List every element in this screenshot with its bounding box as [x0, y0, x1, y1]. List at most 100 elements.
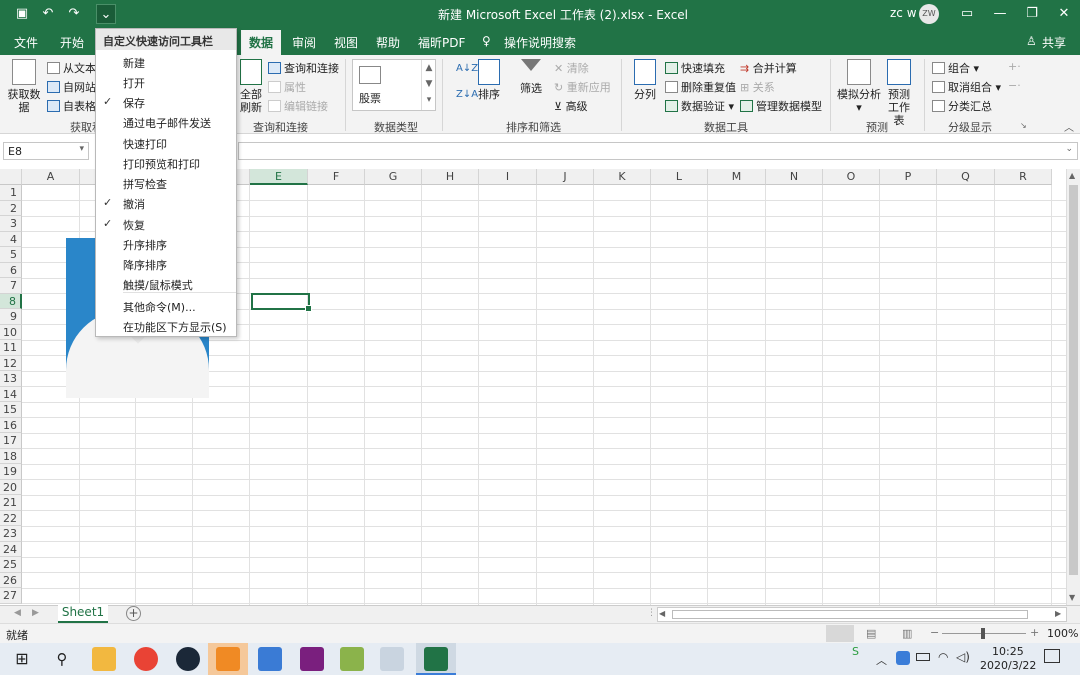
menu-item-11[interactable]: 触摸/鼠标模式	[123, 277, 193, 293]
taskbar-excel[interactable]	[416, 643, 456, 675]
user-name[interactable]: zc w	[890, 6, 917, 20]
scroll-left-icon[interactable]: ◀	[659, 609, 665, 618]
taskbar-active-app[interactable]	[208, 643, 248, 675]
what-if-analysis-button[interactable]: 模拟分析 ▾	[837, 59, 881, 114]
column-header-o[interactable]: O	[823, 169, 880, 185]
menu-item-5[interactable]: 打印预览和打印	[123, 156, 200, 172]
share-button[interactable]: 共享	[1042, 34, 1066, 51]
manage-data-model-button[interactable]: 管理数据模型	[740, 98, 822, 114]
row-header-25[interactable]: 25	[0, 557, 22, 573]
column-header-m[interactable]: M	[708, 169, 766, 185]
next-sheet-icon[interactable]: ▶	[32, 608, 39, 618]
refresh-all-button[interactable]: 全部刷新	[236, 59, 266, 114]
select-all-corner[interactable]	[0, 169, 22, 185]
row-header-24[interactable]: 24	[0, 541, 22, 557]
menu-item-8[interactable]: 恢复	[123, 217, 145, 233]
share-icon[interactable]: ♙	[1026, 34, 1037, 48]
sheet-tab-sheet1[interactable]: Sheet1	[58, 604, 108, 623]
tray-expand-icon[interactable]: ︿	[876, 652, 887, 668]
tab-review[interactable]: 审阅	[292, 34, 316, 51]
scroll-thumb[interactable]	[1069, 185, 1078, 575]
row-header-18[interactable]: 18	[0, 448, 22, 464]
remove-duplicates-button[interactable]: 删除重复值	[665, 79, 736, 95]
row-header-13[interactable]: 13	[0, 371, 22, 387]
group-button[interactable]: 组合 ▾	[932, 60, 979, 76]
row-header-12[interactable]: 12	[0, 355, 22, 371]
chevron-down-icon[interactable]: ▾	[79, 144, 84, 154]
column-header-a[interactable]: A	[22, 169, 80, 185]
row-header-11[interactable]: 11	[0, 340, 22, 356]
sort-za-icon[interactable]: Z↓A	[456, 89, 478, 100]
row-header-4[interactable]: 4	[0, 231, 22, 247]
drawing-app-icon[interactable]	[340, 647, 364, 671]
stocks-type[interactable]: 股票	[359, 90, 381, 106]
tell-me-search[interactable]: 操作说明搜索	[504, 34, 576, 51]
column-header-f[interactable]: F	[308, 169, 365, 185]
row-header-15[interactable]: 15	[0, 402, 22, 418]
collapse-ribbon-icon[interactable]: ︿	[1064, 119, 1074, 134]
menu-item-2[interactable]: 保存	[123, 95, 145, 111]
subtotal-button[interactable]: 分类汇总	[932, 98, 992, 114]
flash-fill-button[interactable]: 快速填充	[665, 60, 725, 76]
gallery-scroll-icon[interactable]: ▲ ▼ ▾	[421, 60, 436, 110]
column-header-q[interactable]: Q	[937, 169, 995, 185]
advanced-filter-button[interactable]: ⊻ 高级	[554, 98, 588, 114]
hide-detail-icon[interactable]: −‧	[1008, 79, 1021, 92]
search-icon[interactable]: ⚲	[50, 647, 74, 671]
menu-item-9[interactable]: 升序排序	[123, 237, 167, 253]
tab-home[interactable]: 开始	[60, 34, 84, 51]
maximize-icon[interactable]: ❐	[1017, 4, 1047, 24]
steam-icon[interactable]	[176, 647, 200, 671]
row-header-9[interactable]: 9	[0, 309, 22, 325]
undo-icon[interactable]: ↶	[38, 4, 58, 24]
windows-start-icon[interactable]: ⊞	[10, 647, 34, 671]
ribbon-display-icon[interactable]: ▭	[952, 4, 982, 24]
minimize-icon[interactable]: —	[985, 4, 1015, 24]
get-data-button[interactable]: 获取数据	[6, 59, 42, 114]
sort-button[interactable]: 排序	[476, 59, 502, 101]
column-header-r[interactable]: R	[995, 169, 1052, 185]
show-detail-icon[interactable]: +‧	[1008, 60, 1021, 73]
vertical-scrollbar[interactable]: ▲ ▼	[1066, 169, 1080, 605]
redo-icon[interactable]: ↷	[64, 4, 84, 24]
menu-item-1[interactable]: 打开	[123, 75, 145, 91]
row-header-19[interactable]: 19	[0, 464, 22, 480]
queries-connections-button[interactable]: 查询和连接	[268, 60, 339, 76]
file-explorer-icon[interactable]	[92, 647, 116, 671]
page-layout-view-icon[interactable]: ▤	[866, 627, 876, 640]
menu-item-10[interactable]: 降序排序	[123, 257, 167, 273]
menu-item-7[interactable]: 撤消	[123, 196, 145, 212]
properties-button[interactable]: 属性	[268, 79, 306, 95]
column-header-e[interactable]: E	[250, 169, 308, 185]
column-header-g[interactable]: G	[365, 169, 422, 185]
volume-icon[interactable]: ◁)	[956, 650, 970, 664]
column-header-p[interactable]: P	[880, 169, 937, 185]
tray-app-icon[interactable]	[896, 651, 910, 665]
ungroup-button[interactable]: 取消组合 ▾	[932, 79, 1001, 95]
row-header-23[interactable]: 23	[0, 526, 22, 542]
relationships-button[interactable]: ⊞ 关系	[740, 79, 775, 95]
row-header-1[interactable]: 1	[0, 185, 22, 201]
onenote-icon[interactable]	[300, 647, 324, 671]
wifi-icon[interactable]: ◠	[938, 650, 948, 664]
expand-formula-icon[interactable]: ⌄	[1065, 144, 1073, 154]
notifications-icon[interactable]	[1044, 649, 1060, 663]
splitter-icon[interactable]: ⋮	[647, 608, 656, 618]
column-header-i[interactable]: I	[479, 169, 537, 185]
filter-button[interactable]: 筛选	[518, 59, 544, 95]
zoom-slider-thumb[interactable]	[981, 628, 985, 639]
row-header-26[interactable]: 26	[0, 572, 22, 588]
column-header-n[interactable]: N	[766, 169, 823, 185]
scroll-down-icon[interactable]: ▼	[1069, 593, 1075, 602]
tab-help[interactable]: 帮助	[376, 34, 400, 51]
row-header-5[interactable]: 5	[0, 247, 22, 263]
sort-az-icon[interactable]: A↓Z	[456, 63, 478, 74]
input-method-icon[interactable]: S	[852, 645, 859, 658]
text-to-columns-button[interactable]: 分列	[632, 59, 658, 101]
data-validation-button[interactable]: 数据验证 ▾	[665, 98, 734, 114]
horizontal-scrollbar[interactable]: ◀ ▶	[657, 607, 1067, 622]
prev-sheet-icon[interactable]: ◀	[14, 608, 21, 618]
clear-filter-button[interactable]: ✕ 清除	[554, 60, 589, 76]
row-header-27[interactable]: 27	[0, 588, 22, 604]
forecast-sheet-button[interactable]: 预测工作表	[882, 59, 916, 127]
